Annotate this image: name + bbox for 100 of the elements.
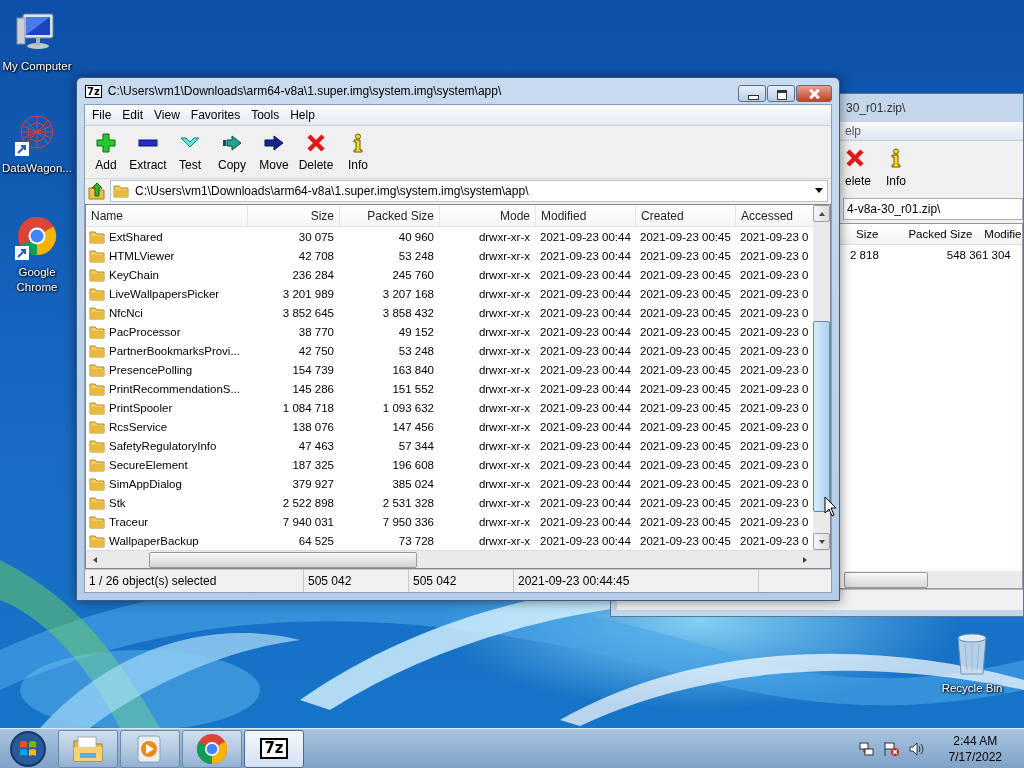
table-cell-text: 2021-09-23 0 <box>739 229 810 245</box>
table-cell-text: 2021-09-23 00:45 <box>639 324 732 340</box>
menu-item[interactable]: Favorites <box>185 108 247 122</box>
table-cell-text: 379 927 <box>291 476 335 492</box>
column-header[interactable]: Mode <box>440 205 536 226</box>
vertical-scrollbar[interactable] <box>813 205 830 550</box>
toolbar-button[interactable]: Delete <box>295 126 337 178</box>
table-cell-text: 2021-09-23 0 <box>739 495 810 511</box>
horizontal-scrollbar[interactable] <box>844 571 1022 588</box>
close-button[interactable] <box>796 85 832 102</box>
table-cell-text: 2 531 328 <box>381 495 435 511</box>
table-cell-text: 49 152 <box>397 324 435 340</box>
table-cell-text: 2021-09-23 00:44 <box>539 495 632 511</box>
table-cell-text: 151 552 <box>391 381 435 397</box>
table-cell-text: drwxr-xr-x <box>477 229 531 245</box>
table-cell-text: 2021-09-23 00:44 <box>539 362 632 378</box>
horizontal-scrollbar[interactable] <box>86 550 830 568</box>
table-cell: LiveWallpapersPicker <box>109 287 220 300</box>
column-header[interactable]: Modifie <box>984 228 1022 240</box>
table-cell: PresencePolling <box>109 363 193 376</box>
flag-icon[interactable] <box>882 740 901 757</box>
start-button[interactable] <box>8 728 48 768</box>
maximize-button[interactable] <box>767 85 795 102</box>
table-cell: ExtShared <box>109 230 163 243</box>
menu-item[interactable]: View <box>149 108 186 122</box>
taskbar-button[interactable]: 7z <box>244 729 304 768</box>
address-field[interactable]: C:\Users\vm1\Downloads\arm64-v8a\1.super.img\system.img\system\app\ <box>110 179 828 202</box>
table-cell: Traceur <box>109 515 149 528</box>
menu-item[interactable]: Edit <box>117 108 150 122</box>
table-cell-text: 2021-09-23 00:44 <box>539 286 632 302</box>
arrow-icon <box>264 132 284 153</box>
window-title: 30_r01.zip\ <box>846 101 906 115</box>
up-folder-icon[interactable] <box>88 181 106 200</box>
table-cell: WallpaperBackup <box>109 534 199 547</box>
table-cell: Stk <box>109 496 126 509</box>
toolbar-button[interactable]: Test <box>169 126 211 178</box>
table-cell-text: 2021-09-23 00:44 <box>539 476 632 492</box>
folder-icon <box>89 494 105 511</box>
table-cell-text: 2021-09-23 00:44 <box>539 514 632 530</box>
folder-icon <box>89 456 105 473</box>
minimize-button[interactable] <box>738 85 766 102</box>
menu-item[interactable]: File <box>87 108 118 122</box>
table-cell-text: drwxr-xr-x <box>477 381 531 397</box>
toolbar-button[interactable]: Info <box>337 126 379 178</box>
table-cell-text: 2021-09-23 0 <box>739 248 810 264</box>
address-field[interactable]: 4-v8a-30_r01.zip\ <box>843 198 1023 220</box>
column-header[interactable]: Packed Size <box>908 228 973 240</box>
column-header[interactable]: Created <box>636 205 736 226</box>
table-cell-text: 40 960 <box>397 229 435 245</box>
menu-item[interactable]: elp <box>845 124 861 138</box>
speaker-icon[interactable] <box>908 740 925 757</box>
column-header[interactable]: Name <box>86 205 248 226</box>
table-cell-text: drwxr-xr-x <box>477 533 531 549</box>
table-cell-text: 42 708 <box>297 248 335 264</box>
folder-icon <box>89 304 105 321</box>
table-cell-text: 138 076 <box>291 419 335 435</box>
taskbar-button[interactable] <box>182 729 242 768</box>
taskbar-button[interactable] <box>120 729 180 768</box>
folder-icon <box>89 266 105 283</box>
table-cell-text: drwxr-xr-x <box>477 286 531 302</box>
toolbar-button[interactable]: Extract <box>127 126 169 178</box>
folder-icon <box>89 418 105 435</box>
table-cell-text: 2021-09-23 00:45 <box>639 343 732 359</box>
taskbar-button[interactable] <box>58 729 118 768</box>
table-cell: PrintSpooler <box>109 401 173 414</box>
table-cell: HTMLViewer <box>109 249 175 262</box>
table-cell-text: 236 284 <box>291 267 335 283</box>
table-cell-text: 3 852 645 <box>281 305 335 321</box>
clock[interactable]: 2:44 AM 7/17/2022 <box>948 732 1002 765</box>
table-cell-text: 3 201 989 <box>281 286 335 302</box>
table-cell-text: 3 858 432 <box>381 305 435 321</box>
column-header[interactable]: Size <box>856 228 879 240</box>
folder-icon <box>89 475 105 492</box>
table-cell: SafetyRegulatoryInfo <box>109 439 217 452</box>
column-header[interactable]: Size <box>248 205 340 226</box>
toolbar-button[interactable]: elete <box>845 141 875 195</box>
table-cell-text: 1 084 718 <box>281 400 335 416</box>
menu-item[interactable]: Help <box>285 108 321 122</box>
icon-label: Recycle Bin <box>941 681 1003 696</box>
table-cell-text: 187 325 <box>291 457 335 473</box>
table-cell-text: 2021-09-23 00:44 <box>539 229 632 245</box>
table-cell-text: 245 760 <box>391 267 435 283</box>
table-cell-text: 2021-09-23 00:44 <box>539 381 632 397</box>
network-icon[interactable] <box>858 740 875 757</box>
toolbar-button[interactable]: Copy <box>211 126 253 178</box>
table-cell-text: 2021-09-23 00:44 <box>539 457 632 473</box>
toolbar-button[interactable]: Move <box>253 126 295 178</box>
table-cell-text: 2021-09-23 0 <box>739 286 810 302</box>
table-cell-text: drwxr-xr-x <box>477 248 531 264</box>
toolbar-button[interactable]: Info <box>879 141 913 195</box>
toolbar-button[interactable]: Add <box>85 126 127 178</box>
column-header[interactable]: Packed Size <box>340 205 440 226</box>
table-cell-text: 2021-09-23 0 <box>739 362 810 378</box>
table-cell-text: drwxr-xr-x <box>477 267 531 283</box>
table-cell-text: 2021-09-23 0 <box>739 533 810 549</box>
column-header[interactable]: Modified <box>536 205 636 226</box>
menu-item[interactable]: Tools <box>246 108 286 122</box>
table-cell-text: 2021-09-23 0 <box>739 438 810 454</box>
table-cell-text: 2021-09-23 0 <box>739 400 810 416</box>
table-cell-text: 57 344 <box>397 438 435 454</box>
